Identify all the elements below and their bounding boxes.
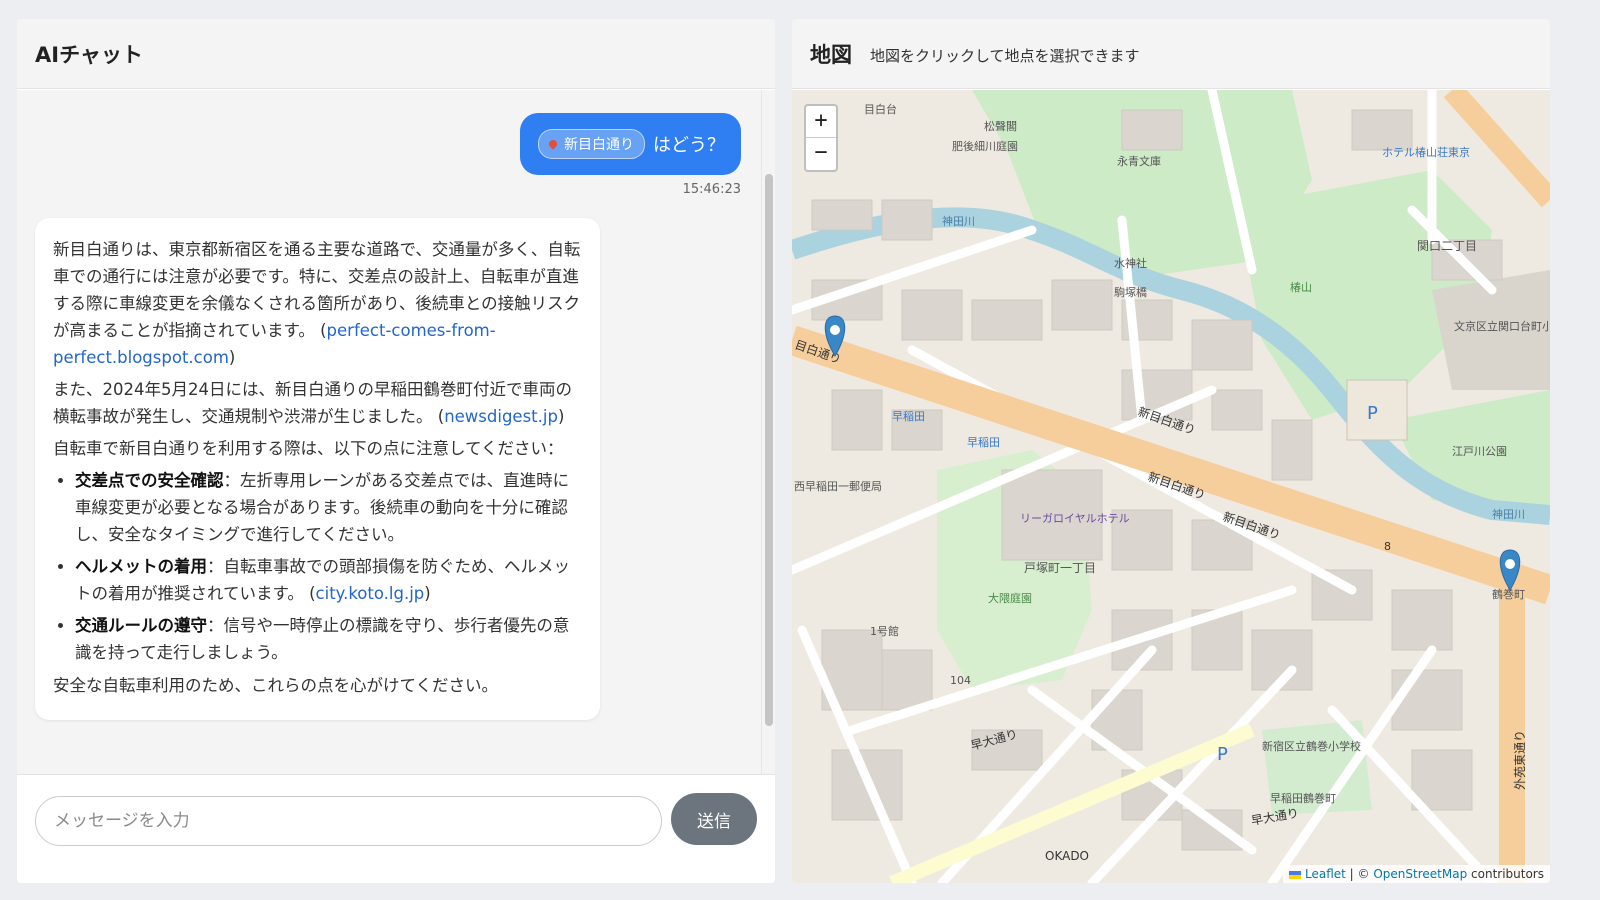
map-subtitle: 地図をクリックして地点を選択できます (870, 47, 1140, 65)
tips-list: 交差点での安全確認：左折専用レーンがある交差点では、直進時に車線変更が必要となる… (75, 467, 582, 666)
attribution-contrib: contributors (1467, 867, 1544, 881)
place-chip-label: 新目白通り (564, 137, 634, 153)
place-label: 関口二丁目 (1417, 239, 1477, 253)
scrollbar-thumb[interactable] (765, 174, 773, 726)
place-label: 駒塚橋 (1114, 285, 1147, 299)
tip-title: ヘルメットの着用 (75, 557, 207, 576)
chat-header: AIチャット (17, 19, 775, 89)
place-label: 文京区立関口台町小学校 (1454, 319, 1550, 333)
place-chip[interactable]: 新目白通り (538, 129, 645, 159)
map-header: 地図 地図をクリックして地点を選択できます (792, 19, 1550, 89)
ai-paragraph: 自転車で新目白通りを利用する際は、以下の点に注意してください： (53, 439, 564, 458)
zoom-in-button[interactable]: + (806, 106, 836, 138)
place-label: 鶴巻町 (1492, 587, 1525, 601)
user-message-text: はどう？ (653, 135, 725, 156)
place-label: 1号館 (870, 624, 899, 638)
road-label: 外苑東通り (1513, 730, 1527, 790)
user-message-bubble: 新目白通り はどう？ (520, 113, 741, 175)
message-timestamp: 15:46:23 (682, 182, 741, 197)
place-label: 椿山 (1290, 281, 1312, 294)
map-canvas[interactable]: 新目白通り 新目白通り 新目白通り 目白通り 外苑東通り 早大通り 早大通り 神… (792, 90, 1550, 883)
ukraine-flag-icon (1289, 870, 1301, 879)
place-label: 104 (950, 674, 971, 687)
place-label: 戸塚町一丁目 (1024, 561, 1096, 575)
parking-icon: P (1217, 744, 1228, 765)
station-label: 早稲田 (967, 436, 1000, 449)
attribution-sep: | © (1345, 867, 1374, 881)
place-label: 肥後細川庭園 (952, 139, 1018, 153)
place-label: 松聲閣 (984, 119, 1017, 133)
osm-link[interactable]: OpenStreetMap (1373, 867, 1467, 881)
place-label: 永青文庫 (1117, 154, 1161, 168)
place-label: 早稲田鶴巻町 (1270, 791, 1336, 805)
place-label: 大隈庭園 (988, 591, 1032, 605)
ai-paragraph: 新目白通りは、東京都新宿区を通る主要な道路で、交通量が多く、自転車での通行には注… (53, 240, 581, 367)
ai-paragraph-text: 新目白通りは、東京都新宿区を通る主要な道路で、交通量が多く、自転車での通行には注… (53, 240, 581, 340)
send-button[interactable]: 送信 (671, 793, 757, 845)
ai-paragraph: また、2024年5月24日には、新目白通りの早稲田鶴巻町付近で車両の横転事故が発… (53, 380, 572, 426)
map-pin-icon (547, 138, 559, 150)
tip-title: 交通ルールの遵守 (75, 616, 207, 635)
chat-title: AIチャット (35, 42, 143, 67)
parking-icon: P (1367, 403, 1378, 424)
list-item: 交差点での安全確認：左折専用レーンがある交差点では、直進時に車線変更が必要となる… (75, 467, 582, 548)
place-label: 目白台 (864, 102, 897, 116)
ai-message-bubble: 新目白通りは、東京都新宿区を通る主要な道路で、交通量が多く、自転車での通行には注… (35, 218, 600, 720)
zoom-control: + − (804, 104, 838, 172)
map-attribution: Leaflet | © OpenStreetMap contributors (1283, 865, 1550, 883)
source-link[interactable]: city.koto.lg.jp (316, 584, 425, 603)
place-label: 新宿区立鶴巻小学校 (1262, 739, 1361, 753)
leaflet-link[interactable]: Leaflet (1305, 867, 1346, 881)
chat-panel: AIチャット 新目白通り はどう？ 15:46:23 新目白通りは、東京都新宿区… (17, 19, 775, 883)
place-label: ホテル椿山荘東京 (1382, 145, 1470, 159)
map-panel: 地図 地図をクリックして地点を選択できます 新目白通り 新目白通り 新目白通り … (792, 19, 1550, 883)
message-list[interactable]: 新目白通り はどう？ 15:46:23 新目白通りは、東京都新宿区を通る主要な道… (17, 90, 775, 774)
river-label: 神田川 (942, 214, 975, 228)
place-label: 江戸川公園 (1452, 445, 1507, 458)
input-bar: 送信 (17, 774, 775, 883)
place-label: 水神社 (1114, 256, 1147, 270)
source-link[interactable]: newsdigest.jp (444, 407, 558, 426)
message-input[interactable] (35, 796, 662, 846)
chat-scrollbar[interactable] (761, 90, 775, 774)
map-tiles[interactable]: 新目白通り 新目白通り 新目白通り 目白通り 外苑東通り 早大通り 早大通り 神… (792, 90, 1550, 883)
river-label: 神田川 (1492, 507, 1525, 521)
list-item: 交通ルールの遵守：信号や一時停止の標識を守り、歩行者優先の意識を持って走行しまし… (75, 612, 582, 666)
list-item: ヘルメットの着用：自転車事故での頭部損傷を防ぐため、ヘルメットの着用が推奨されて… (75, 553, 582, 607)
tip-title: 交差点での安全確認 (75, 471, 224, 490)
route-shield: 8 (1384, 540, 1391, 553)
zoom-out-button[interactable]: − (806, 138, 836, 170)
place-label: 西早稲田一郵便局 (794, 480, 882, 493)
place-label: リーガロイヤルホテル (1020, 512, 1130, 525)
ai-closing: 安全な自転車利用のため、これらの点を心がけてください。 (53, 676, 499, 695)
station-label: 早稲田 (892, 410, 925, 423)
place-label: OKADO (1045, 849, 1089, 863)
map-title: 地図 (810, 42, 852, 67)
